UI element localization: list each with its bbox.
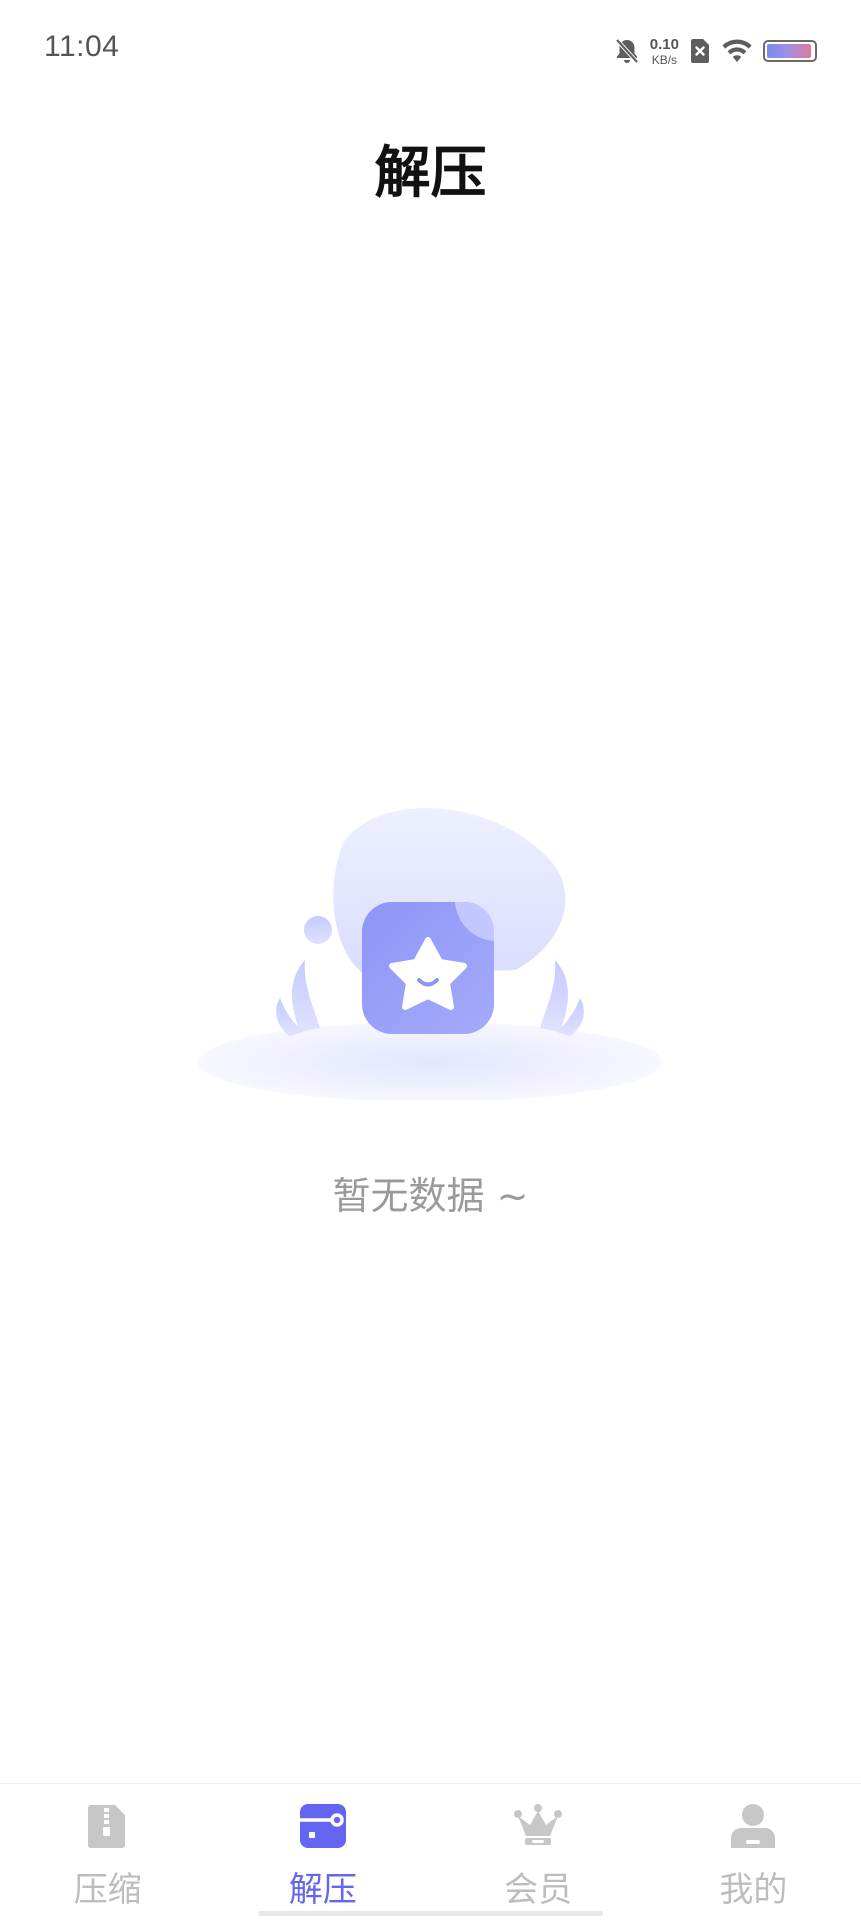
screen: 11:04 0.10 KB/s 解压 暂无数据 ~ 压缩 解压 会员 我的 <box>0 0 861 1920</box>
net-speed-value: 0.10 <box>649 35 679 53</box>
crown-icon <box>514 1804 563 1845</box>
user-icon <box>731 1804 776 1848</box>
home-indicator[interactable] <box>258 1911 603 1916</box>
wifi-icon <box>722 39 752 62</box>
empty-star-box-illustration <box>198 807 662 1100</box>
tab-label: 压缩 <box>73 1870 142 1910</box>
net-speed-unit: KB/s <box>651 52 678 67</box>
tab-label: 我的 <box>719 1870 788 1910</box>
status-bar: 11:04 0.10 KB/s <box>0 0 861 100</box>
tab-decompress[interactable]: 解压 <box>215 1784 430 1920</box>
status-time: 11:04 <box>44 30 120 63</box>
empty-state-text: 暂无数据 ~ <box>332 1174 529 1218</box>
unzip-box-icon <box>299 1804 346 1848</box>
tab-label: 会员 <box>504 1870 573 1910</box>
battery-icon <box>763 40 817 62</box>
page-title: 解压 <box>374 141 487 206</box>
tab-compress[interactable]: 压缩 <box>0 1784 215 1920</box>
bell-off-icon <box>615 38 639 64</box>
tab-bar: 压缩 解压 会员 我的 <box>0 1783 861 1920</box>
tab-profile[interactable]: 我的 <box>646 1784 861 1920</box>
tab-membership[interactable]: 会员 <box>431 1784 646 1920</box>
battery-level <box>767 44 811 58</box>
no-sim-icon <box>691 39 709 63</box>
status-icons: 0.10 KB/s <box>614 34 817 68</box>
net-speed: 0.10 KB/s <box>650 37 679 66</box>
zip-file-icon <box>87 1805 125 1848</box>
tab-label: 解压 <box>288 1870 357 1910</box>
